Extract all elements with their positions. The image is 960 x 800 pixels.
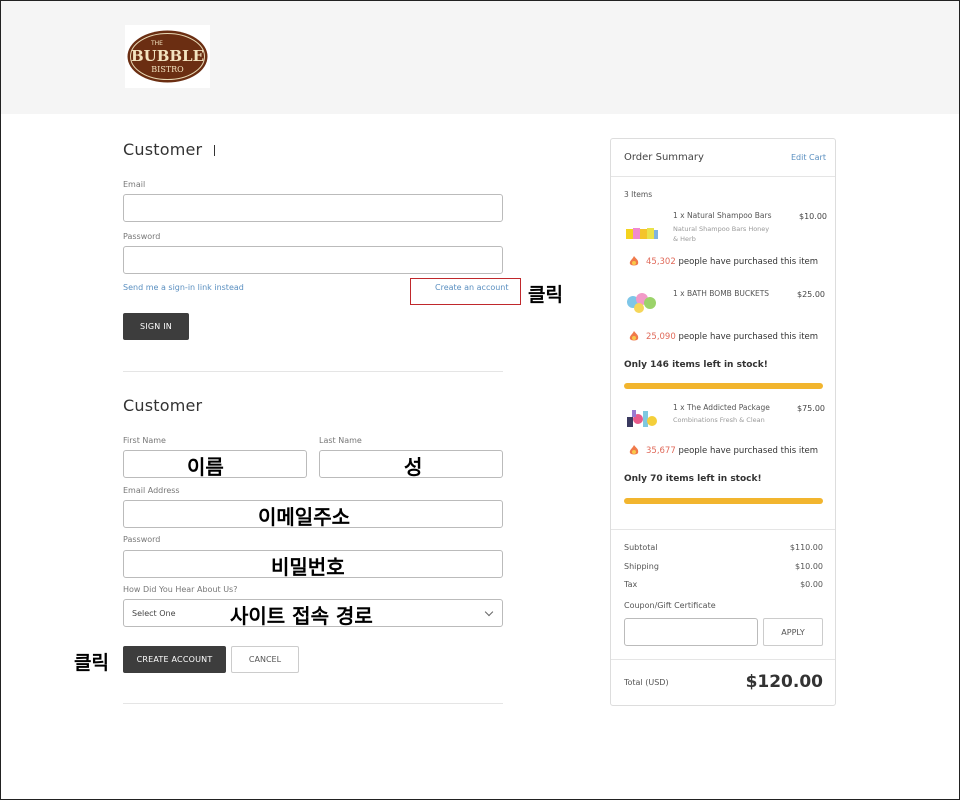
svg-text:BUBBLE: BUBBLE	[131, 47, 204, 65]
stock-warning: Only 146 items left in stock!	[624, 360, 768, 370]
item-name: 1 x Natural Shampoo Bars	[673, 211, 772, 220]
section-divider	[123, 371, 503, 372]
subtotal-value: $110.00	[789, 543, 823, 552]
text-cursor	[214, 145, 216, 156]
order-summary-panel: Order Summary Edit Cart 3 Items 1 x Natu…	[610, 138, 836, 706]
last-name-label: Last Name	[319, 436, 362, 445]
signin-email-input[interactable]	[123, 194, 503, 222]
subtotal-label: Subtotal	[624, 543, 658, 552]
register-password-label: Password	[123, 535, 161, 544]
email-label: Email	[123, 180, 146, 189]
summary-title: Order Summary	[624, 152, 704, 163]
first-name-label: First Name	[123, 436, 166, 445]
annotation-email: 이메일주소	[258, 505, 350, 529]
signin-password-input[interactable]	[123, 246, 503, 274]
coupon-input[interactable]	[624, 618, 758, 646]
item-name: 1 x The Addicted Package	[673, 403, 770, 412]
chevron-down-icon	[484, 607, 494, 617]
shipping-value: $10.00	[795, 562, 823, 571]
signin-link[interactable]: Send me a sign-in link instead	[123, 283, 244, 292]
bottom-divider	[123, 703, 503, 704]
summary-divider	[611, 529, 835, 530]
purchase-count-text: 35,677 people have purchased this item	[646, 446, 819, 456]
annotation-last-name: 성	[404, 455, 423, 479]
total-label: Total (USD)	[624, 678, 669, 687]
product-thumbnail	[626, 228, 658, 239]
fire-icon	[629, 331, 639, 341]
item-option: & Herb	[673, 235, 696, 243]
tax-value: $0.00	[800, 580, 823, 589]
stock-bar	[624, 498, 823, 504]
item-price: $75.00	[797, 404, 825, 413]
coupon-label: Coupon/Gift Certificate	[624, 601, 716, 610]
item-option: Combinations Fresh & Clean	[673, 416, 765, 424]
apply-coupon-button[interactable]: APPLY	[763, 618, 823, 646]
email-address-label: Email Address	[123, 486, 180, 495]
purchase-count-text: 25,090 people have purchased this item	[646, 332, 819, 342]
summary-divider	[611, 176, 835, 177]
grand-total: $120.00	[745, 672, 823, 692]
fire-icon	[629, 256, 639, 266]
annotation-first-name: 이름	[187, 455, 224, 479]
annotation-hear: 사이트 접속 경로	[230, 604, 373, 628]
select-value: Select One	[132, 609, 176, 618]
item-option: Natural Shampoo Bars Honey	[673, 225, 770, 233]
brand-logo[interactable]: THE BUBBLE BISTRO	[125, 25, 210, 88]
stock-bar	[624, 383, 823, 389]
stock-warning: Only 70 items left in stock!	[624, 474, 762, 484]
signin-button[interactable]: SIGN IN	[123, 313, 189, 340]
cancel-button[interactable]: CANCEL	[231, 646, 299, 673]
annotation-click-button: 클릭	[74, 652, 109, 674]
summary-divider	[611, 659, 835, 660]
purchase-count-text: 45,302 people have purchased this item	[646, 257, 819, 267]
create-account-link[interactable]: Create an account	[435, 283, 509, 292]
product-thumbnail	[627, 410, 657, 427]
password-label: Password	[123, 232, 161, 241]
annotation-click-link: 클릭	[528, 284, 563, 306]
tax-label: Tax	[624, 580, 638, 589]
item-name: 1 x BATH BOMB BUCKETS	[673, 289, 770, 298]
svg-text:THE: THE	[150, 40, 163, 47]
register-title: Customer	[123, 396, 203, 415]
edit-cart-link[interactable]: Edit Cart	[791, 153, 826, 162]
create-account-button[interactable]: CREATE ACCOUNT	[123, 646, 226, 673]
signin-title: Customer	[123, 140, 216, 159]
annotation-password: 비밀번호	[271, 555, 345, 579]
item-price: $25.00	[797, 290, 825, 299]
hear-about-label: How Did You Hear About Us?	[123, 585, 238, 594]
item-price: $10.00	[799, 212, 827, 221]
svg-text:BISTRO: BISTRO	[151, 65, 184, 74]
item-count: 3 Items	[624, 190, 653, 199]
fire-icon	[629, 445, 639, 455]
product-thumbnail	[627, 293, 656, 313]
shipping-label: Shipping	[624, 562, 659, 571]
